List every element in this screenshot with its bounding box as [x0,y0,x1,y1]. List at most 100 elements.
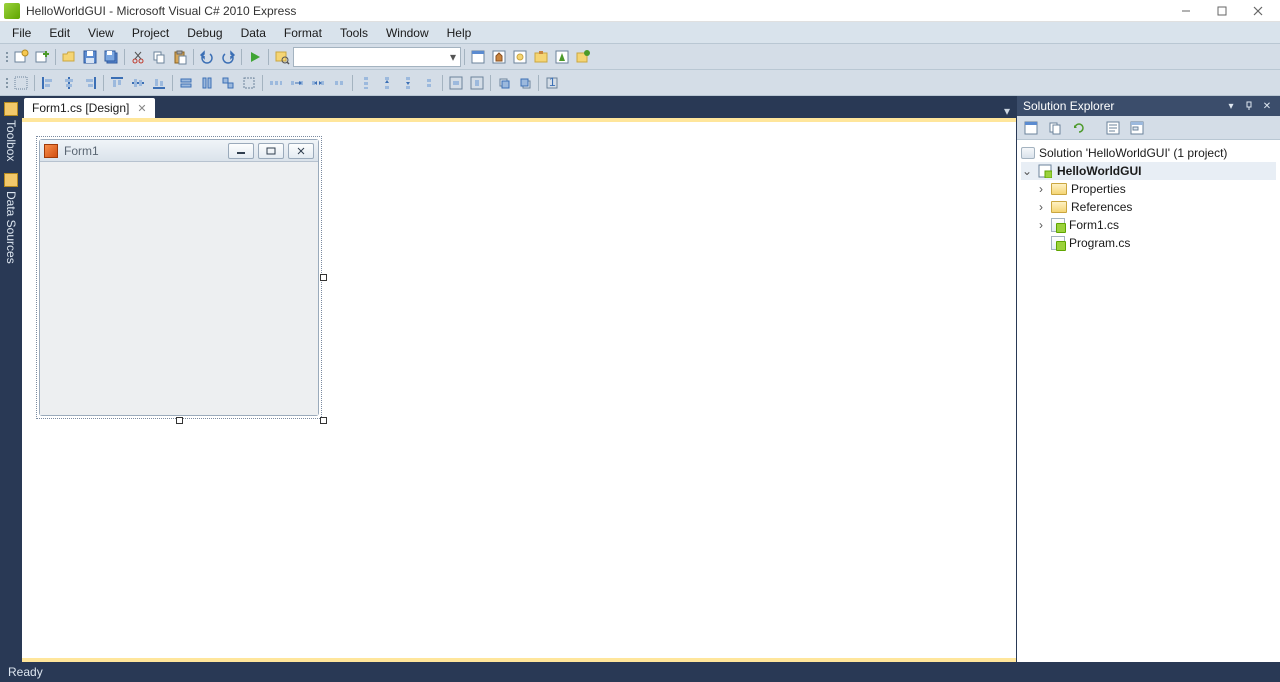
expander-icon[interactable]: › [1035,200,1047,214]
hspace-remove-button[interactable] [329,73,349,93]
left-dock: Toolbox Data Sources [0,96,22,662]
find-button[interactable] [272,47,292,67]
properties-window-button[interactable] [489,47,509,67]
expander-icon[interactable]: ⌄ [1021,164,1033,178]
menu-project[interactable]: Project [124,24,177,42]
menu-file[interactable]: File [4,24,39,42]
menu-tools[interactable]: Tools [332,24,376,42]
align-bottoms-button[interactable] [149,73,169,93]
form-window[interactable]: Form1 [39,139,319,416]
tree-solution-node[interactable]: Solution 'HelloWorldGUI' (1 project) [1021,144,1276,162]
tree-form1-node[interactable]: › Form1.cs [1021,216,1276,234]
align-centers-button[interactable] [59,73,79,93]
form-minimize-button[interactable] [228,143,254,159]
tree-references-node[interactable]: › References [1021,198,1276,216]
hspace-decrease-button[interactable] [308,73,328,93]
document-tab-form1[interactable]: Form1.cs [Design] ✕ [24,98,155,118]
vspace-equal-button[interactable] [356,73,376,93]
view-designer-button[interactable] [1127,118,1147,138]
maximize-button[interactable] [1204,0,1240,22]
redo-button[interactable] [218,47,238,67]
tree-properties-node[interactable]: › Properties [1021,180,1276,198]
toolbar-grip[interactable] [4,73,10,93]
view-code-button[interactable] [1103,118,1123,138]
form-maximize-button[interactable] [258,143,284,159]
bring-to-front-button[interactable] [494,73,514,93]
panel-window-position-button[interactable]: ▾ [1224,99,1238,113]
properties-button[interactable] [1021,118,1041,138]
tab-overflow-button[interactable]: ▾ [998,104,1016,118]
object-browser-button[interactable] [510,47,530,67]
document-tab-close-icon[interactable]: ✕ [135,102,148,115]
add-item-button[interactable] [32,47,52,67]
hspace-equal-button[interactable] [266,73,286,93]
vspace-remove-button[interactable] [419,73,439,93]
center-horizontally-button[interactable] [446,73,466,93]
save-button[interactable] [80,47,100,67]
solution-explorer-title-bar[interactable]: Solution Explorer ▾ ✕ [1017,96,1280,116]
solution-explorer-panel: Solution Explorer ▾ ✕ Solution 'HelloWor… [1016,96,1280,662]
toolbar-separator [440,73,445,93]
menu-edit[interactable]: Edit [41,24,78,42]
close-button[interactable] [1240,0,1276,22]
same-width-button[interactable] [176,73,196,93]
size-to-grid-button[interactable] [239,73,259,93]
resize-grip-bottom[interactable] [176,417,183,424]
data-sources-tab[interactable]: Data Sources [0,167,22,270]
same-size-button[interactable] [218,73,238,93]
form-title-bar: Form1 [40,140,318,162]
open-button[interactable] [59,47,79,67]
resize-grip-corner[interactable] [320,417,327,424]
start-debug-button[interactable] [245,47,265,67]
expander-icon[interactable]: › [1035,218,1047,232]
menu-help[interactable]: Help [439,24,480,42]
send-to-back-button[interactable] [515,73,535,93]
menu-data[interactable]: Data [233,24,274,42]
align-tops-button[interactable] [107,73,127,93]
new-project-button[interactable] [11,47,31,67]
refresh-button[interactable] [1069,118,1089,138]
tab-order-button[interactable]: 1 [542,73,562,93]
menu-view[interactable]: View [80,24,122,42]
undo-button[interactable] [197,47,217,67]
tree-program-node[interactable]: Program.cs [1021,234,1276,252]
vspace-decrease-button[interactable] [398,73,418,93]
app-icon [4,3,20,19]
panel-pin-button[interactable] [1242,99,1256,113]
form-close-button[interactable] [288,143,314,159]
expander-icon[interactable]: › [1035,182,1047,196]
start-page-button[interactable] [552,47,572,67]
form-client-area[interactable] [40,162,318,415]
save-all-button[interactable] [101,47,121,67]
center-vertically-button[interactable] [467,73,487,93]
designer-surface[interactable]: Form1 [22,122,1016,658]
form-selection-outline[interactable]: Form1 [36,136,322,419]
minimize-button[interactable] [1168,0,1204,22]
hspace-increase-button[interactable] [287,73,307,93]
resize-grip-right[interactable] [320,274,327,281]
toolbar-grip[interactable] [4,47,10,67]
find-combo[interactable]: ▾ [293,47,461,67]
toolbox-button[interactable] [531,47,551,67]
folder-icon [1051,201,1067,213]
show-all-files-button[interactable] [1045,118,1065,138]
extension-manager-button[interactable] [573,47,593,67]
cut-button[interactable] [128,47,148,67]
align-to-grid-button[interactable] [11,73,31,93]
align-rights-button[interactable] [80,73,100,93]
toolbox-icon [4,102,18,116]
vspace-increase-button[interactable] [377,73,397,93]
svg-text:1: 1 [549,76,556,89]
toolbox-tab[interactable]: Toolbox [0,96,22,167]
align-lefts-button[interactable] [38,73,58,93]
menu-format[interactable]: Format [276,24,330,42]
tree-project-node[interactable]: ⌄ HelloWorldGUI [1021,162,1276,180]
solution-explorer-button[interactable] [468,47,488,67]
copy-button[interactable] [149,47,169,67]
menu-window[interactable]: Window [378,24,437,42]
align-middles-button[interactable] [128,73,148,93]
paste-button[interactable] [170,47,190,67]
menu-debug[interactable]: Debug [179,24,230,42]
panel-close-button[interactable]: ✕ [1260,99,1274,113]
same-height-button[interactable] [197,73,217,93]
